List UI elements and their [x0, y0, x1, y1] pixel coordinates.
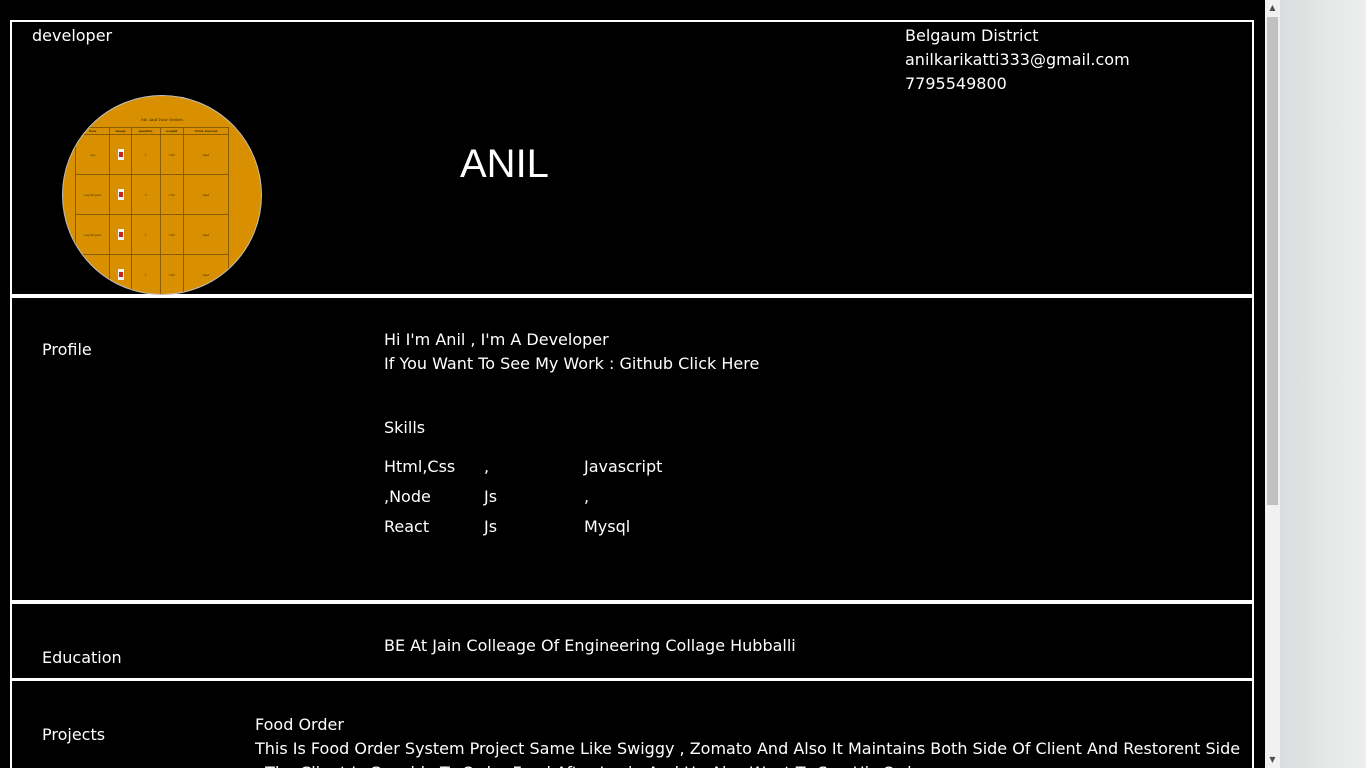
skill-item: ,Node	[384, 487, 431, 506]
skill-item: Javascript	[584, 457, 663, 476]
avatar-cell: paid	[182, 254, 230, 294]
skill-item: Js	[484, 517, 498, 536]
avatar-cell	[109, 254, 132, 294]
avatar-col-header: weight	[159, 127, 184, 135]
avatar-cell: 1	[130, 214, 161, 255]
avatar-row: veg 1 100 paid	[74, 254, 230, 294]
scrollbar-thumb[interactable]	[1267, 17, 1278, 505]
skill-item: Html,Css	[384, 457, 456, 476]
avatar-cell	[109, 174, 132, 215]
avatar-cell: 100	[159, 134, 184, 175]
header-section: developer Mr. Anil Your Orders item imag…	[10, 20, 1254, 296]
avatar-row: veg biryani 2 150 paid	[74, 174, 230, 215]
avatar: Mr. Anil Your Orders item image quantity…	[62, 95, 262, 295]
avatar-row: veg 1 100 paid	[74, 134, 230, 175]
avatar-cell: veg biryani	[74, 174, 111, 215]
avatar-cell: 150	[159, 174, 184, 215]
avatar-cell: veg	[74, 134, 111, 175]
avatar-orders-table: item image quantity weight Total Amount …	[74, 127, 230, 294]
skills-grid: Html,Css , Javascript ,Node Js , React J…	[384, 452, 684, 542]
scroll-up-arrow-icon[interactable]: ▲	[1265, 0, 1280, 16]
page-viewport: developer Mr. Anil Your Orders item imag…	[0, 0, 1265, 768]
skill-item: ,	[584, 487, 590, 506]
avatar-col-header: item	[74, 127, 111, 135]
avatar-col-header: Total Amount	[182, 127, 230, 135]
desktop-background	[1280, 0, 1366, 768]
avatar-cell: paid	[182, 134, 230, 175]
projects-label: Projects	[42, 725, 106, 744]
profile-section: Profile Hi I'm Anil , I'm A Developer If…	[10, 296, 1254, 602]
email-text: anilkarikatti333@gmail.com	[905, 50, 1130, 69]
avatar-cell	[109, 214, 132, 255]
phone-text: 7795549800	[905, 74, 1007, 93]
vertical-scrollbar[interactable]: ▲ ▼	[1265, 0, 1280, 768]
food-image-icon	[117, 228, 124, 240]
skill-item: Mysql	[584, 517, 631, 536]
food-image-icon	[117, 188, 124, 200]
role-text: developer	[32, 26, 113, 45]
github-link[interactable]: If You Want To See My Work : Github Clic…	[384, 352, 759, 376]
project-description: This Is Food Order System Project Same L…	[255, 739, 1241, 768]
projects-section: Projects Food Order This Is Food Order S…	[10, 679, 1254, 768]
avatar-cell: 100	[159, 214, 184, 255]
name-heading: ANIL	[460, 142, 549, 186]
skill-item: ,	[484, 457, 490, 476]
avatar-col-header: quantity	[130, 127, 161, 135]
avatar-cell	[109, 134, 132, 175]
avatar-cell: veg biryani	[74, 214, 111, 255]
education-section: Education BE At Jain Colleage Of Enginee…	[10, 602, 1254, 680]
avatar-row: veg biryani 1 100 paid	[74, 214, 230, 255]
education-label: Education	[42, 648, 122, 667]
project-title: Food Order	[255, 715, 344, 734]
skills-title: Skills	[384, 418, 426, 437]
education-text: BE At Jain Colleage Of Engineering Colla…	[384, 636, 796, 655]
profile-label: Profile	[42, 340, 92, 359]
location-text: Belgaum District	[905, 26, 1039, 45]
skill-item: Js	[484, 487, 498, 506]
avatar-cell: 1	[130, 134, 161, 175]
avatar-cell: 2	[130, 174, 161, 215]
food-image-icon	[117, 268, 124, 280]
avatar-cell: 1	[130, 254, 161, 294]
avatar-cell: 100	[159, 254, 184, 294]
skill-item: React	[384, 517, 430, 536]
avatar-title: Mr. Anil Your Orders	[141, 117, 183, 122]
profile-about: Hi I'm Anil , I'm A Developer If You Wan…	[384, 328, 759, 376]
intro-text: Hi I'm Anil , I'm A Developer	[384, 330, 609, 349]
avatar-cell: paid	[182, 214, 230, 255]
avatar-cell: veg	[74, 254, 111, 294]
avatar-col-header: image	[109, 127, 132, 135]
avatar-cell: paid	[182, 174, 230, 215]
food-image-icon	[117, 148, 124, 160]
contact-info: Belgaum District anilkarikatti333@gmail.…	[905, 24, 1130, 96]
scroll-down-arrow-icon[interactable]: ▼	[1265, 752, 1280, 768]
